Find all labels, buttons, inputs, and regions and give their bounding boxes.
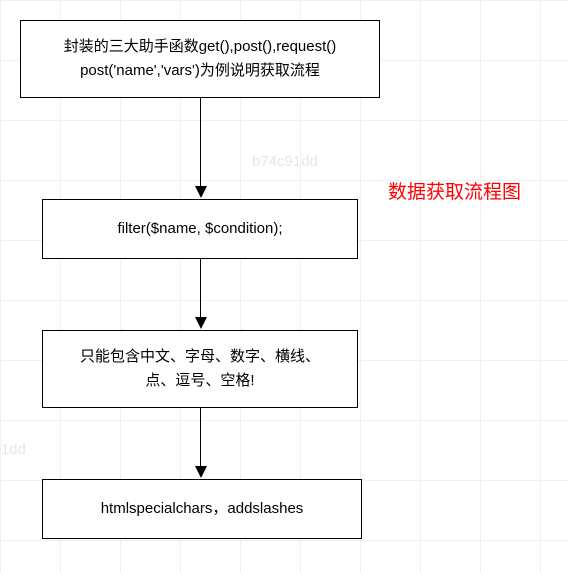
node-text: 点、逗号、空格!	[80, 369, 320, 393]
flow-node-allowed-chars: 只能包含中文、字母、数字、横线、 点、逗号、空格!	[42, 330, 358, 408]
diagram-title: 数据获取流程图	[388, 177, 521, 204]
node-text: 封装的三大助手函数get(),post(),request()	[64, 35, 337, 59]
node-text: htmlspecialchars，addslashes	[101, 497, 304, 521]
node-text: 只能包含中文、字母、数字、横线、	[80, 345, 320, 369]
watermark: b74c91dd	[0, 441, 26, 458]
node-text: filter($name, $condition);	[117, 217, 282, 241]
flow-node-filter: filter($name, $condition);	[42, 199, 358, 259]
node-text: post('name','vars')为例说明获取流程	[64, 59, 337, 83]
flow-node-escape: htmlspecialchars，addslashes	[42, 479, 362, 539]
flow-node-helpers: 封装的三大助手函数get(),post(),request() post('na…	[20, 20, 380, 98]
watermark: b74c91dd	[252, 153, 318, 170]
